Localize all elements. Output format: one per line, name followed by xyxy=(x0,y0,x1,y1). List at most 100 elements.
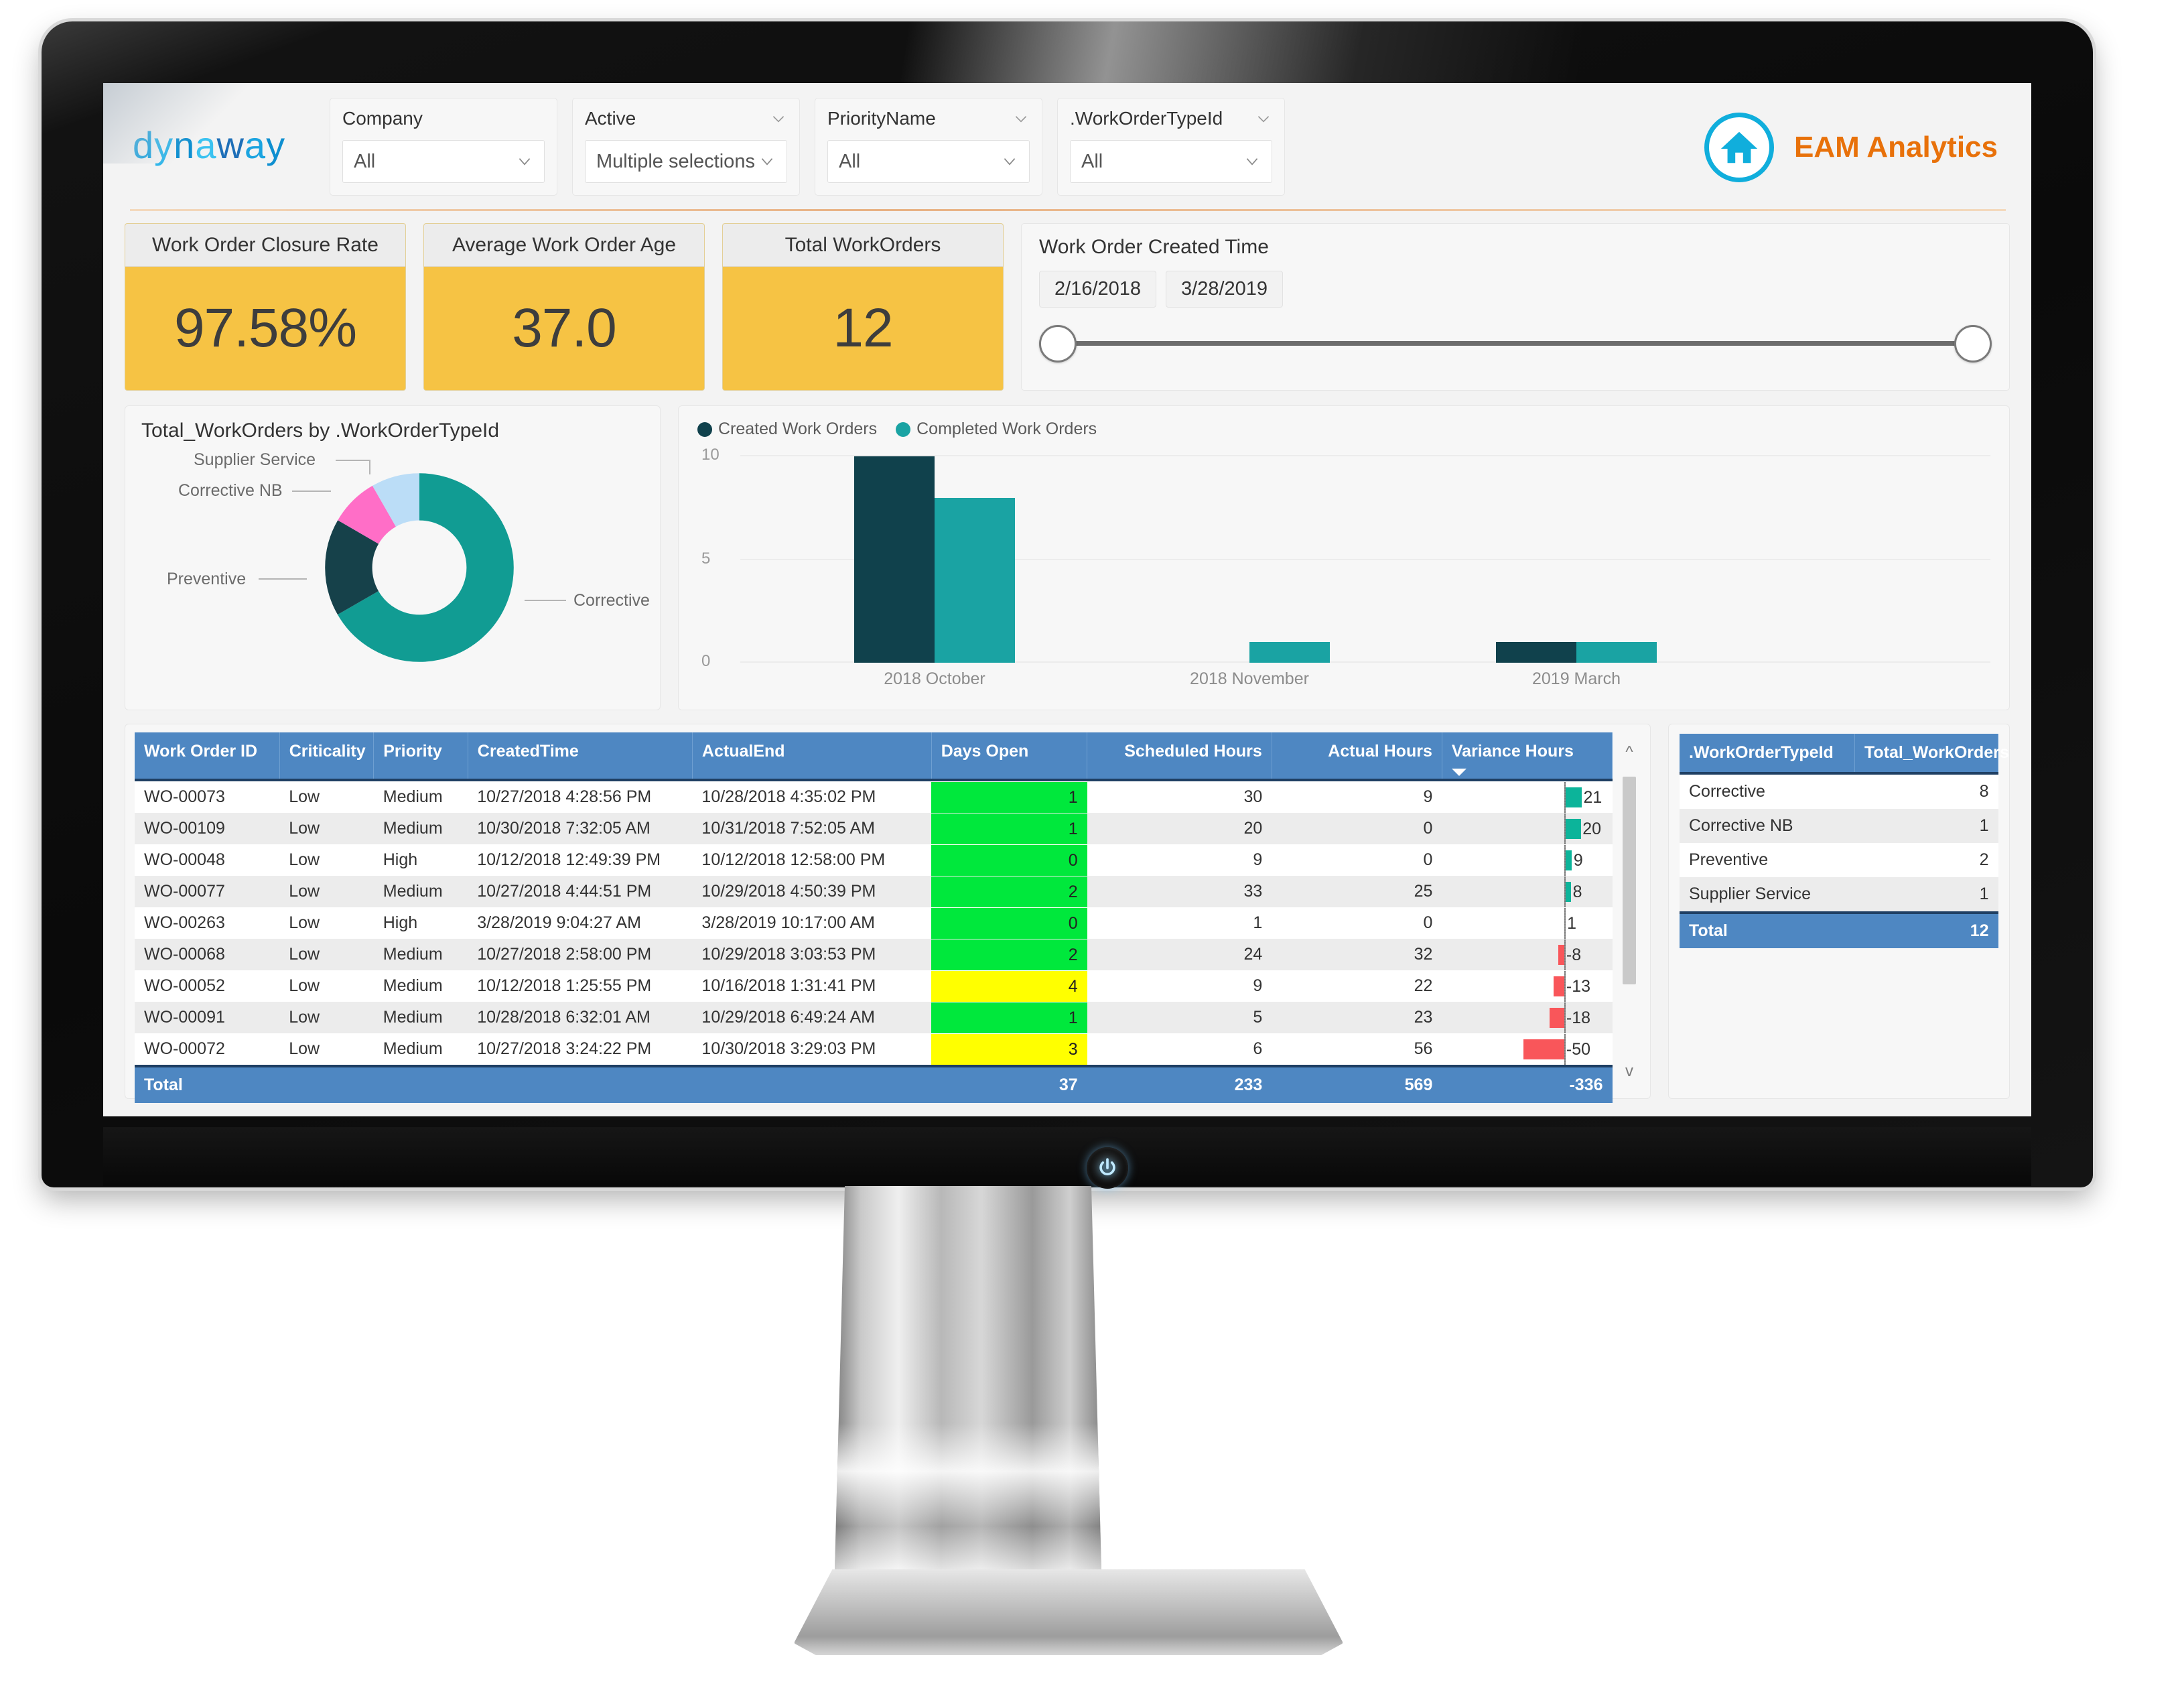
slicer-priorityname-label: PriorityName xyxy=(827,108,936,129)
column-header-createdtime[interactable]: CreatedTime xyxy=(468,732,693,780)
cell-priority: Medium xyxy=(383,819,443,838)
table-row[interactable]: WO-00077 Low Medium 10/27/2018 4:44:51 PM 10… xyxy=(135,876,1613,907)
chevron-down-icon[interactable] xyxy=(1255,110,1272,127)
scroll-down-arrow-icon[interactable]: v xyxy=(1621,1062,1638,1080)
column-header-variance-hours[interactable]: Variance Hours xyxy=(1442,732,1613,780)
donut-leader-preventive xyxy=(259,578,307,580)
cell-work-order-id: WO-00091 xyxy=(144,1008,225,1027)
column-header-days-open[interactable]: Days Open xyxy=(931,732,1088,780)
donut-chart-title: Total_WorkOrders by .WorkOrderTypeId xyxy=(141,419,500,442)
slider-handle-start[interactable] xyxy=(1039,325,1077,363)
legend-item-created[interactable]: Created Work Orders xyxy=(697,419,877,439)
power-icon xyxy=(1099,1158,1115,1175)
column-header-actual-hours[interactable]: Actual Hours xyxy=(1272,732,1442,780)
cell-actualend: 10/31/2018 7:52:05 AM xyxy=(701,819,875,838)
monitor-stand-neck xyxy=(834,1186,1102,1595)
slicer-priorityname[interactable]: PriorityName All xyxy=(815,98,1042,196)
monitor-chin xyxy=(103,1127,2031,1186)
column-header-priority[interactable]: Priority xyxy=(373,732,468,780)
total-row-days-open: 37 xyxy=(931,1066,1087,1103)
slicer-priorityname-dropdown[interactable]: All xyxy=(827,140,1030,183)
cell-priority: Medium xyxy=(383,976,443,995)
slider-handle-end[interactable] xyxy=(1954,325,1992,363)
kpi-card-total-workorders[interactable]: Total WorkOrders 12 xyxy=(722,223,1004,391)
cell-priority: High xyxy=(383,913,418,932)
table-vertical-scrollbar[interactable]: ^ v xyxy=(1617,732,1642,1090)
home-icon[interactable] xyxy=(1704,113,1774,182)
slicer-priorityname-header: PriorityName xyxy=(827,108,1030,129)
date-range-slider[interactable] xyxy=(1039,325,1992,363)
variance-zero-axis xyxy=(1564,844,1566,876)
table-row[interactable]: WO-00048 Low High 10/12/2018 12:49:39 PM 10/… xyxy=(135,844,1613,876)
y-tick-10: 10 xyxy=(701,446,720,464)
cell-work-order-id: WO-00263 xyxy=(144,913,225,932)
summary-column-header-type[interactable]: .WorkOrderTypeId xyxy=(1680,734,1856,773)
cell-work-order-id: WO-00073 xyxy=(144,787,225,806)
chevron-down-icon[interactable] xyxy=(770,110,787,127)
column-header-criticality[interactable]: Criticality xyxy=(279,732,374,780)
total-row-createdtime xyxy=(468,1066,693,1103)
work-order-table-header: Work Order ID Criticality Priority Creat… xyxy=(135,732,1613,780)
variance-bar xyxy=(1558,944,1565,965)
date-range-end-field[interactable]: 3/28/2019 xyxy=(1166,271,1284,308)
variance-bar xyxy=(1554,976,1565,996)
donut-chart-panel[interactable]: Total_WorkOrders by .WorkOrderTypeId Sup… xyxy=(125,405,661,710)
cell-work-order-id: WO-00068 xyxy=(144,945,225,964)
list-item[interactable]: Corrective NB 1 xyxy=(1680,809,1998,843)
power-button[interactable] xyxy=(1087,1147,1128,1189)
table-row[interactable]: WO-00052 Low Medium 10/12/2018 1:25:55 PM 10… xyxy=(135,970,1613,1002)
cell-days-open: 0 xyxy=(931,907,1087,939)
cell-workordertype: Corrective NB xyxy=(1689,816,1793,835)
slicer-company-header: Company xyxy=(342,108,545,129)
scroll-up-arrow-icon[interactable]: ^ xyxy=(1621,743,1638,761)
list-item[interactable]: Supplier Service 1 xyxy=(1680,877,1998,913)
bar-created-2019-march[interactable] xyxy=(1496,642,1576,663)
legend-swatch-completed xyxy=(896,421,911,437)
header-branding: EAM Analytics xyxy=(1704,98,2014,182)
bar-completed-2019-march[interactable] xyxy=(1576,642,1657,663)
date-range-slicer[interactable]: Work Order Created Time 2/16/2018 3/28/2… xyxy=(1021,223,2010,391)
cell-scheduled-hours: 33 xyxy=(1243,882,1263,901)
donut-leader-corrective-nb xyxy=(292,491,331,492)
slicer-workordertypeid[interactable]: .WorkOrderTypeId All xyxy=(1057,98,1285,196)
slicer-active[interactable]: Active Multiple selections xyxy=(572,98,800,196)
list-item[interactable]: Preventive 2 xyxy=(1680,843,1998,877)
column-header-work-order-id[interactable]: Work Order ID xyxy=(135,732,280,780)
chevron-down-icon xyxy=(1246,158,1258,166)
column-header-actualend[interactable]: ActualEnd xyxy=(692,732,932,780)
column-header-scheduled-hours[interactable]: Scheduled Hours xyxy=(1087,732,1272,780)
slicer-workordertypeid-dropdown[interactable]: All xyxy=(1070,140,1272,183)
slicer-company[interactable]: Company All xyxy=(330,98,557,196)
cell-work-order-id: WO-00052 xyxy=(144,976,225,995)
legend-swatch-created xyxy=(697,421,712,437)
cell-days-open: 1 xyxy=(931,780,1087,813)
summary-column-header-count[interactable]: Total_WorkOrders xyxy=(1854,734,2009,773)
header-divider xyxy=(130,209,2006,211)
table-row[interactable]: WO-00091 Low Medium 10/28/2018 6:32:01 AM 10… xyxy=(135,1002,1613,1033)
list-item[interactable]: Corrective 8 xyxy=(1680,773,1998,809)
date-range-start-field[interactable]: 2/16/2018 xyxy=(1039,271,1157,308)
bar-completed-2018-october[interactable] xyxy=(935,498,1015,663)
cell-priority: Medium xyxy=(383,945,443,964)
bar-created-2018-october[interactable] xyxy=(854,456,935,663)
kpi-card-closure-rate[interactable]: Work Order Closure Rate 97.58% xyxy=(125,223,406,391)
table-row[interactable]: WO-00263 Low High 3/28/2019 9:04:27 AM 3/28/… xyxy=(135,907,1613,939)
work-order-table-panel[interactable]: Work Order ID Criticality Priority Creat… xyxy=(125,724,1651,1103)
workordertype-summary-panel[interactable]: .WorkOrderTypeId Total_WorkOrders Correc… xyxy=(1668,724,2010,1099)
cell-days-open: 2 xyxy=(931,876,1087,907)
table-row[interactable]: WO-00073 Low Medium 10/27/2018 4:28:56 PM 10… xyxy=(135,780,1613,813)
bar-completed-2018-november[interactable] xyxy=(1249,642,1330,663)
total-row-variance-hours: -336 xyxy=(1442,1066,1613,1103)
scrollbar-thumb[interactable] xyxy=(1623,777,1636,984)
slicer-company-dropdown[interactable]: All xyxy=(342,140,545,183)
slicer-active-dropdown[interactable]: Multiple selections xyxy=(585,140,787,183)
kpi-card-average-age[interactable]: Average Work Order Age 37.0 xyxy=(423,223,705,391)
legend-item-completed[interactable]: Completed Work Orders xyxy=(896,419,1097,439)
table-row[interactable]: WO-00072 Low Medium 10/27/2018 3:24:22 PM 10… xyxy=(135,1033,1613,1066)
bar-chart-panel[interactable]: Created Work Orders Completed Work Order… xyxy=(678,405,2010,710)
variance-zero-axis xyxy=(1564,907,1566,939)
table-row[interactable]: WO-00109 Low Medium 10/30/2018 7:32:05 AM 10… xyxy=(135,813,1613,844)
chevron-down-icon[interactable] xyxy=(1012,110,1030,127)
table-row[interactable]: WO-00068 Low Medium 10/27/2018 2:58:00 PM 10… xyxy=(135,939,1613,970)
cell-priority: High xyxy=(383,850,418,869)
